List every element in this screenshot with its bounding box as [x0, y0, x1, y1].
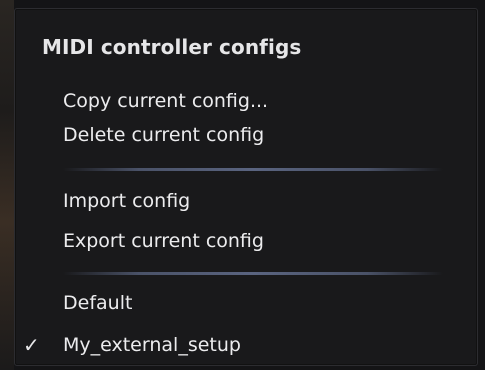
- checkmark-icon: ✓: [23, 333, 40, 357]
- midi-config-popup-menu: MIDI controller configs Copy current con…: [14, 8, 478, 366]
- menu-separator: [63, 168, 443, 171]
- menu-item-import-config[interactable]: Import config: [63, 190, 190, 212]
- menu-separator: [63, 272, 443, 275]
- menu-header: MIDI controller configs: [42, 35, 302, 59]
- menu-item-default[interactable]: Default: [63, 292, 132, 314]
- menu-item-delete-current-config[interactable]: Delete current config: [63, 124, 264, 146]
- underlying-window-edge: [0, 0, 14, 370]
- menu-item-my-external-setup[interactable]: My_external_setup: [63, 334, 241, 356]
- menu-item-export-current-config[interactable]: Export current config: [63, 230, 264, 252]
- menu-item-copy-current-config[interactable]: Copy current config...: [63, 90, 268, 112]
